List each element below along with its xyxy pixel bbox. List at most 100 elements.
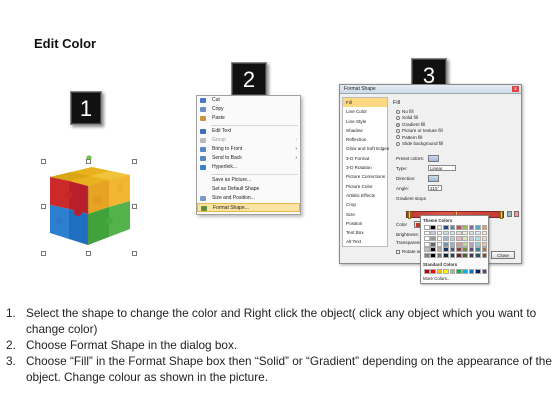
category-position[interactable]: Position — [343, 219, 387, 228]
fill-option-pattern-fill[interactable]: Pattern fill — [396, 135, 422, 141]
color-swatch[interactable] — [475, 247, 481, 253]
fill-option-picture-or-texture-fill[interactable]: Picture or texture fill — [396, 128, 443, 134]
selection-handle[interactable] — [41, 159, 46, 164]
direction-dropdown[interactable] — [428, 175, 439, 182]
color-swatch[interactable] — [449, 236, 456, 241]
color-swatch[interactable] — [462, 225, 468, 230]
selection-handle[interactable] — [41, 251, 46, 256]
color-swatch[interactable] — [449, 269, 456, 274]
category-alt-text[interactable]: Alt Text — [343, 237, 387, 246]
selection-handle[interactable] — [86, 159, 91, 164]
menu-item-copy[interactable]: Copy — [197, 105, 300, 114]
color-swatch[interactable] — [424, 247, 430, 253]
menu-item-send-to-back[interactable]: Send to Back › — [197, 154, 300, 163]
category-glow-and-soft-edges[interactable]: Glow and Soft Edges — [343, 144, 389, 153]
selection-handle[interactable] — [41, 204, 46, 209]
category-text-box[interactable]: Text Box — [343, 228, 387, 237]
color-swatch[interactable] — [481, 241, 488, 247]
menu-item-format-shape[interactable]: Format Shape... — [197, 203, 300, 213]
category-3-d-format[interactable]: 3-D Format — [343, 154, 387, 163]
color-swatch[interactable] — [455, 236, 462, 241]
color-swatch[interactable] — [475, 241, 481, 247]
color-swatch[interactable] — [455, 252, 462, 258]
fill-option-no-fill[interactable]: No fill — [396, 109, 414, 115]
color-swatch[interactable] — [436, 236, 443, 241]
menu-item-hyperlink[interactable]: Hyperlink... — [197, 163, 300, 172]
category-reflection[interactable]: Reflection — [343, 135, 387, 144]
color-swatch[interactable] — [449, 252, 456, 258]
color-swatch[interactable] — [424, 269, 430, 274]
color-swatch[interactable] — [430, 225, 436, 230]
menu-item-bring-to-front[interactable]: Bring to Front › — [197, 145, 300, 154]
color-swatch[interactable] — [443, 236, 449, 241]
color-swatch[interactable] — [481, 230, 488, 236]
selection-handle[interactable] — [132, 204, 137, 209]
color-swatch[interactable] — [481, 252, 488, 258]
color-swatch[interactable] — [449, 225, 456, 230]
color-swatch[interactable] — [424, 241, 430, 247]
fill-option-gradient-fill[interactable]: Gradient fill — [396, 122, 425, 128]
color-swatch[interactable] — [455, 225, 462, 230]
color-swatch[interactable] — [436, 247, 443, 253]
color-swatch[interactable] — [475, 230, 481, 236]
color-swatch[interactable] — [436, 230, 443, 236]
fill-option-solid-fill[interactable]: Solid fill — [396, 115, 418, 121]
color-swatch[interactable] — [455, 247, 462, 253]
color-swatch[interactable] — [443, 269, 449, 274]
color-swatch[interactable] — [468, 236, 475, 241]
more-colors-link[interactable]: More Colors... — [423, 276, 451, 281]
color-swatch[interactable] — [475, 236, 481, 241]
menu-item-save-as-picture[interactable]: Save as Picture... — [197, 176, 300, 185]
color-swatch[interactable] — [443, 225, 449, 230]
color-swatch[interactable] — [468, 225, 475, 230]
color-swatch[interactable] — [481, 225, 488, 230]
color-swatch[interactable] — [475, 252, 481, 258]
color-swatch[interactable] — [455, 230, 462, 236]
color-swatch[interactable] — [436, 252, 443, 258]
type-select[interactable]: Linear — [428, 165, 456, 171]
color-swatch[interactable] — [462, 230, 468, 236]
color-swatch[interactable] — [462, 247, 468, 253]
remove-stop-icon[interactable] — [514, 211, 519, 217]
category-size[interactable]: Size — [343, 210, 387, 219]
menu-item-paste[interactable]: Paste — [197, 114, 300, 123]
category-fill[interactable]: Fill — [343, 98, 387, 108]
color-swatch[interactable] — [424, 230, 430, 236]
color-swatch[interactable] — [449, 241, 456, 247]
preset-colors-dropdown[interactable] — [428, 155, 439, 162]
color-swatch[interactable] — [468, 247, 475, 253]
selection-handle[interactable] — [86, 251, 91, 256]
color-swatch[interactable] — [443, 252, 449, 258]
category-3-d-rotation[interactable]: 3-D Rotation — [343, 163, 387, 172]
category-shadow[interactable]: Shadow — [343, 126, 387, 135]
color-swatch[interactable] — [430, 252, 436, 258]
angle-input[interactable]: 315° — [428, 185, 442, 191]
color-swatch[interactable] — [430, 269, 436, 274]
menu-item-cut[interactable]: Cut — [197, 96, 300, 105]
color-swatch[interactable] — [468, 252, 475, 258]
close-button[interactable]: Close — [491, 251, 515, 259]
color-swatch[interactable] — [462, 252, 468, 258]
color-swatch[interactable] — [430, 236, 436, 241]
color-swatch[interactable] — [443, 247, 449, 253]
category-picture-corrections[interactable]: Picture Corrections — [343, 172, 387, 181]
selection-handle[interactable] — [132, 251, 137, 256]
color-swatch[interactable] — [462, 236, 468, 241]
color-swatch[interactable] — [455, 269, 462, 274]
color-swatch[interactable] — [462, 241, 468, 247]
category-line-color[interactable]: Line Color — [343, 107, 387, 116]
gradient-stop-handle[interactable] — [500, 211, 503, 219]
color-swatch[interactable] — [462, 269, 468, 274]
color-swatch[interactable] — [436, 269, 443, 274]
category-artistic-effects[interactable]: Artistic Effects — [343, 191, 387, 200]
color-swatch[interactable] — [481, 269, 488, 274]
menu-item-edit-text[interactable]: Edit Text — [197, 127, 300, 136]
color-swatch[interactable] — [443, 230, 449, 236]
color-swatch[interactable] — [424, 236, 430, 241]
color-swatch[interactable] — [449, 230, 456, 236]
menu-item-size-and-position[interactable]: Size and Position... — [197, 194, 300, 203]
fill-option-slide-background-fill[interactable]: Slide background fill — [396, 141, 443, 147]
color-swatch[interactable] — [468, 230, 475, 236]
category-line-style[interactable]: Line Style — [343, 117, 387, 126]
color-swatch[interactable] — [475, 225, 481, 230]
